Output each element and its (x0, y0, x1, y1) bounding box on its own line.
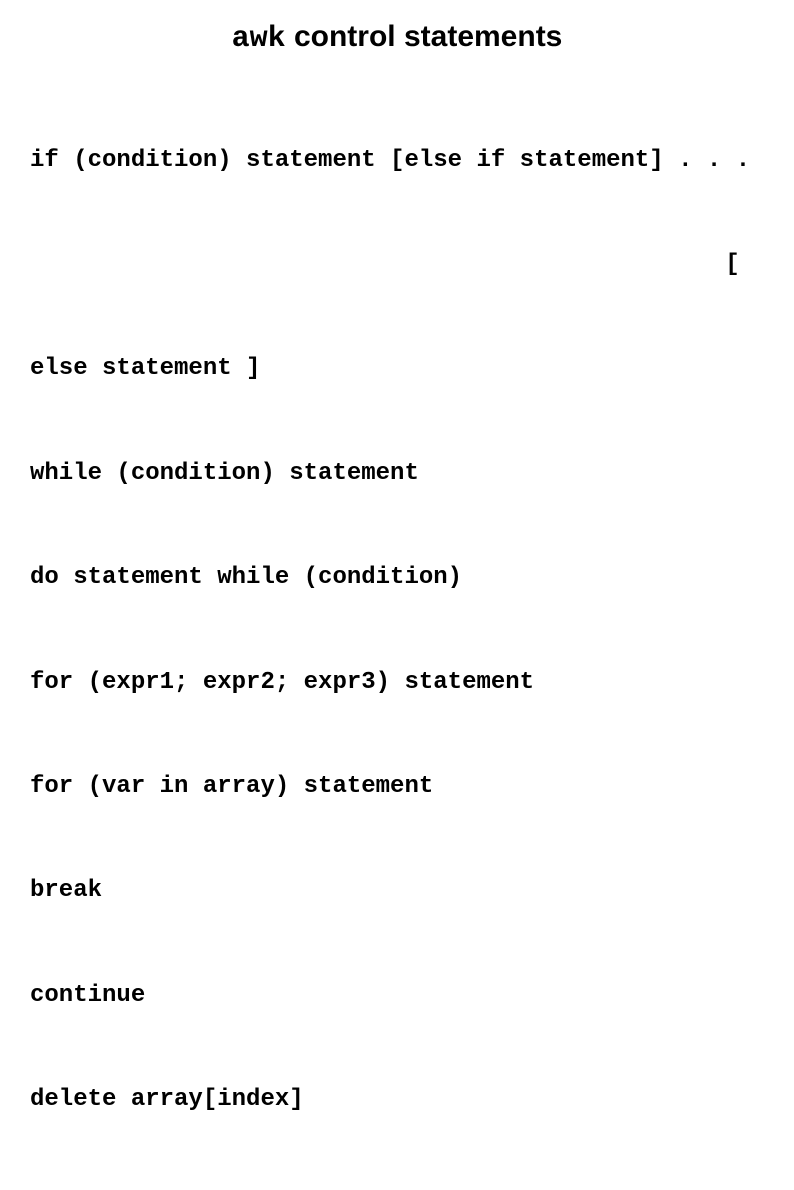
code-line: do statement while (condition) (30, 561, 764, 596)
code-line: if (condition) statement [else if statem… (30, 144, 764, 179)
content-block: if (condition) statement [else if statem… (30, 74, 764, 1190)
code-line: else statement ] (30, 352, 764, 387)
slide: awk control statements if (condition) st… (0, 0, 794, 1190)
code-line: for (var in array) statement (30, 770, 764, 805)
code-line: delete array[index] (30, 1083, 764, 1118)
code-line: continue (30, 979, 764, 1014)
code-line: for (expr1; expr2; expr3) statement (30, 666, 764, 701)
page-title: awk control statements (30, 20, 764, 56)
code-line: [ (30, 248, 764, 283)
code-line: break (30, 874, 764, 909)
code-line: while (condition) statement (30, 457, 764, 492)
title-mono: awk (232, 22, 286, 56)
code-line: delete array (30, 1188, 764, 1190)
title-sans: control statements (286, 20, 563, 53)
